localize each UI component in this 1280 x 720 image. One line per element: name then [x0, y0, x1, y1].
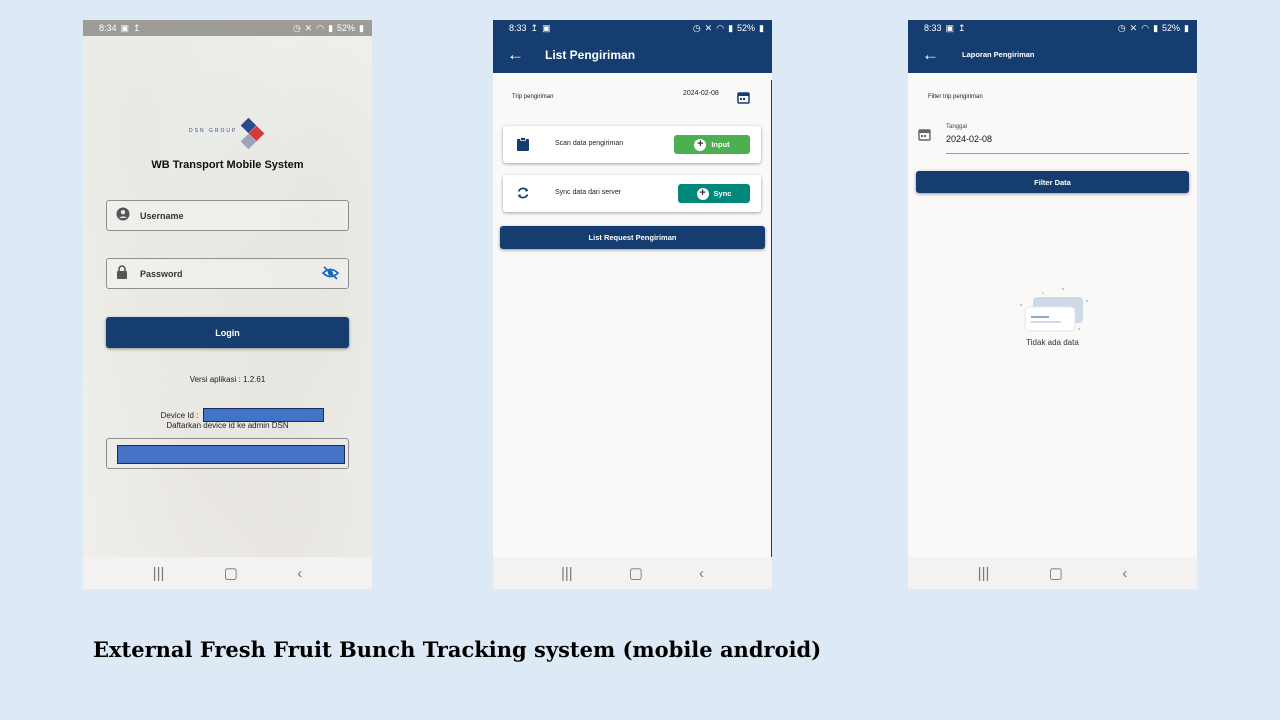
signal-icon: ▮ [728, 22, 734, 33]
account-circle-icon [116, 207, 134, 224]
calendar-icon[interactable] [737, 91, 750, 104]
empty-state-illustration [1013, 285, 1093, 340]
scan-card: Scan data pengiriman + Input [503, 126, 761, 163]
tanggal-underline [946, 153, 1189, 154]
list-request-button[interactable]: List Request Pengiriman [500, 226, 765, 249]
scan-label: Scan data pengiriman [555, 140, 624, 147]
wifi-icon: ◠ [1141, 22, 1150, 33]
home-icon[interactable]: ▢ [629, 564, 643, 582]
dsn-logo: DSN GROUP [189, 117, 269, 150]
app-title: WB Transport Mobile System [151, 159, 304, 171]
home-icon[interactable]: ▢ [1049, 564, 1063, 582]
back-nav-icon[interactable]: ‹ [699, 565, 704, 582]
signal-icon: ▮ [328, 22, 334, 33]
laporan-pengiriman-screen: 8:33 ▣ ↥ ◷ ✕ ◠ ▮ 52% ▮ ← Laporan Pengiri… [908, 20, 1197, 589]
upload-icon: ↥ [958, 22, 966, 33]
empty-state-text: Tidak ada data [1026, 338, 1079, 347]
sync-label: Sync data dari server [555, 189, 622, 196]
back-arrow-icon[interactable]: ← [507, 45, 533, 65]
alarm-icon: ◷ [292, 22, 301, 33]
lock-icon [116, 265, 134, 282]
input-button[interactable]: + Input [674, 135, 750, 154]
tanggal-input[interactable]: 2024-02-08 [946, 134, 992, 144]
background-overlay [83, 20, 372, 589]
visibility-off-icon[interactable] [321, 266, 340, 285]
trip-label: Trip pengiriman [512, 94, 554, 100]
mute-icon: ✕ [704, 22, 713, 33]
recent-apps-icon[interactable]: ||| [978, 565, 990, 582]
app-bar: ← List Pengiriman [493, 36, 772, 73]
recent-apps-icon[interactable]: ||| [561, 565, 573, 582]
mute-icon: ✕ [1129, 22, 1138, 33]
upload-icon: ↥ [530, 22, 539, 33]
wifi-icon: ◠ [716, 22, 725, 33]
register-note: Daftarkan device id ke admin DSN [166, 421, 289, 430]
calendar-icon[interactable] [918, 128, 931, 141]
android-nav-bar: ||| ▢ ‹ [493, 557, 772, 589]
status-bar: 8:34 ▣ ↥ ◷ ✕ ◠ ▮ 52% ▮ [83, 20, 372, 36]
status-bar: 8:33 ▣ ↥ ◷ ✕ ◠ ▮ 52% ▮ [908, 20, 1197, 36]
trip-date: 2024-02-08 [683, 90, 719, 97]
sync-card: Sync data dari server + Sync [503, 175, 761, 212]
home-icon[interactable]: ▢ [224, 564, 238, 582]
version-text: Versi aplikasi : 1.2.61 [189, 375, 266, 384]
back-nav-icon[interactable]: ‹ [297, 565, 302, 582]
logo-text: DSN GROUP [189, 128, 238, 134]
page-title: List Pengiriman [545, 47, 636, 62]
clipboard-icon [516, 137, 530, 156]
slide-caption: External Fresh Fruit Bunch Tracking syst… [93, 637, 822, 662]
add-circle-icon: + [694, 138, 707, 151]
battery-text: 52% [1162, 23, 1181, 33]
alarm-icon: ◷ [692, 22, 701, 33]
password-placeholder: Password [140, 268, 183, 279]
battery-icon: ▮ [759, 22, 764, 33]
wifi-icon: ◠ [316, 22, 325, 33]
alarm-icon: ◷ [1117, 22, 1126, 33]
android-nav-bar: ||| ▢ ‹ [83, 557, 372, 589]
status-bar: 8:33 ↥ ▣ ◷ ✕ ◠ ▮ 52% ▮ [493, 20, 772, 36]
tanggal-label: Tanggal [946, 124, 968, 130]
sync-icon [516, 186, 530, 205]
signal-icon: ▮ [1153, 22, 1159, 33]
status-time: 8:34 [99, 23, 117, 33]
list-pengiriman-screen: 8:33 ↥ ▣ ◷ ✕ ◠ ▮ 52% ▮ ← List Pengiriman… [493, 20, 772, 589]
back-nav-icon[interactable]: ‹ [1122, 565, 1127, 582]
upload-icon: ↥ [133, 22, 141, 33]
app-bar: ← Laporan Pengiriman [908, 36, 1197, 73]
password-field[interactable]: Password [106, 258, 349, 289]
sync-button-label: Sync [713, 189, 732, 198]
status-time: 8:33 [509, 23, 527, 33]
sync-button[interactable]: + Sync [678, 184, 750, 203]
username-field[interactable]: Username [106, 200, 349, 231]
battery-text: 52% [737, 23, 756, 33]
divider [771, 80, 772, 557]
add-circle-icon: + [696, 187, 709, 200]
device-id-value-redaction [117, 445, 345, 464]
mute-icon: ✕ [304, 22, 313, 33]
gallery-icon: ▣ [542, 22, 551, 33]
input-label: Input [711, 140, 730, 149]
device-id-redaction [203, 408, 324, 422]
android-nav-bar: ||| ▢ ‹ [908, 557, 1197, 589]
filter-label: Filter trip pengiriman [928, 94, 983, 100]
username-placeholder: Username [140, 210, 184, 221]
back-arrow-icon[interactable]: ← [922, 45, 948, 65]
login-screen: 8:34 ▣ ↥ ◷ ✕ ◠ ▮ 52% ▮ DSN GROUP WB Tran… [83, 20, 372, 589]
recent-apps-icon[interactable]: ||| [153, 565, 165, 582]
gallery-icon: ▣ [120, 22, 130, 33]
page-title: Laporan Pengiriman [962, 50, 1035, 59]
gallery-icon: ▣ [945, 22, 955, 33]
battery-text: 52% [337, 23, 356, 33]
battery-icon: ▮ [1184, 22, 1189, 33]
status-time: 8:33 [924, 23, 942, 33]
filter-data-button[interactable]: Filter Data [916, 171, 1189, 193]
login-button[interactable]: Login [106, 317, 349, 348]
battery-icon: ▮ [359, 22, 364, 33]
